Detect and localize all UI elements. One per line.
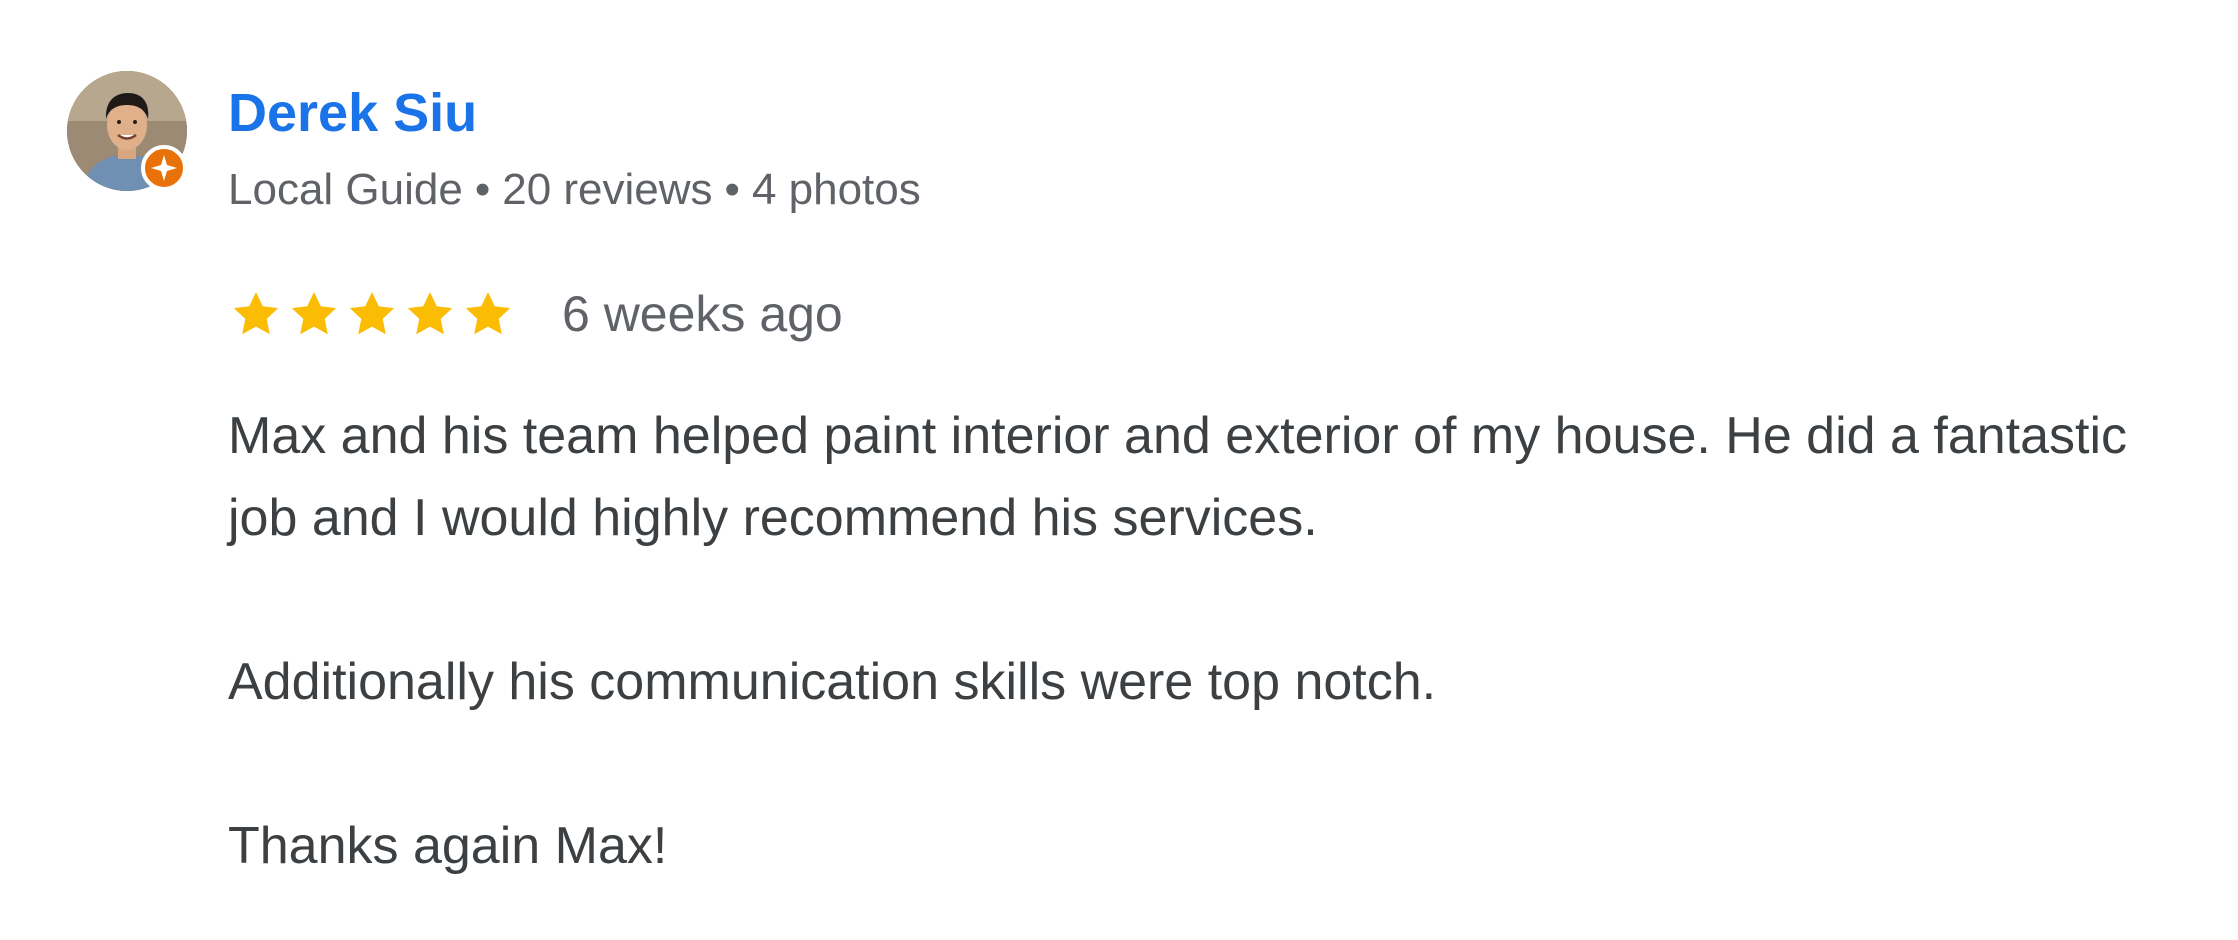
review-paragraph: Thanks again Max! — [228, 817, 668, 875]
star-icon — [402, 286, 458, 342]
review-card: Derek Siu Local Guide • 20 reviews • 4 photo… — [0, 0, 2238, 940]
star-rating — [228, 286, 518, 342]
reviewer-meta: Local Guide • 20 reviews • 4 photos — [228, 162, 921, 218]
review-paragraph: Max and his team helped paint interior a… — [228, 407, 2142, 547]
local-guide-star-icon — [151, 155, 177, 181]
reviews-count: 20 reviews — [502, 165, 713, 214]
photos-count: 4 photos — [751, 165, 921, 214]
review-timestamp: 6 weeks ago — [562, 286, 843, 342]
rating-row: 6 weeks ago — [228, 282, 843, 346]
reviewer-avatar-container[interactable] — [67, 71, 187, 191]
star-icon — [460, 286, 516, 342]
review-text: Max and his team helped paint interior a… — [228, 395, 2208, 887]
local-guide-badge — [141, 145, 187, 191]
reviewer-name-link[interactable]: Derek Siu — [228, 80, 477, 146]
meta-separator: • — [724, 165, 740, 214]
review-paragraph: Additionally his communication skills we… — [228, 653, 1437, 711]
local-guide-label: Local Guide — [228, 165, 463, 214]
star-icon — [344, 286, 400, 342]
meta-separator: • — [474, 165, 491, 214]
star-icon — [286, 286, 342, 342]
star-icon — [228, 286, 284, 342]
